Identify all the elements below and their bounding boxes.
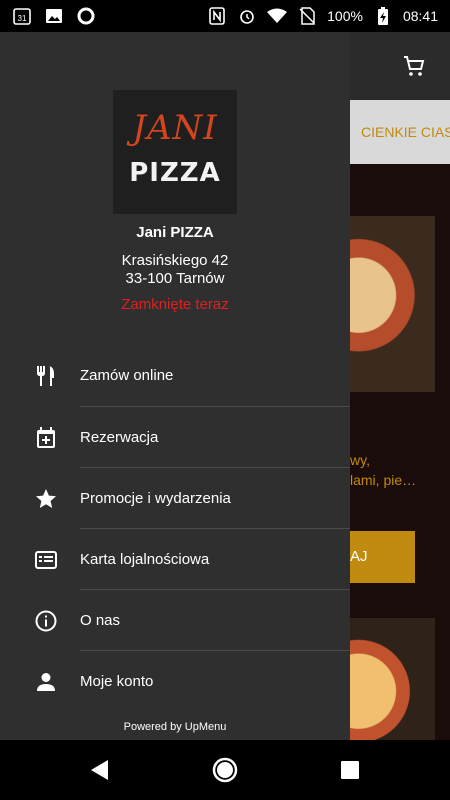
battery-charging-icon: [373, 6, 393, 26]
svg-text:31: 31: [18, 14, 27, 23]
address-street: Krasińskiego 42: [121, 252, 229, 269]
menu-item-order-online[interactable]: Zamów online: [0, 345, 350, 406]
add-to-cart-button[interactable]: AJ: [350, 531, 415, 583]
menu-item-loyalty-card[interactable]: Karta lojalnościowa: [0, 529, 350, 590]
menu-item-label: Karta lojalnościowa: [80, 551, 210, 568]
menu-item-label: Zamów online: [80, 367, 174, 384]
menu-item-promotions[interactable]: Promocje i wydarzenia: [0, 468, 350, 529]
menu-item-label: Promocje i wydarzenia: [80, 490, 231, 507]
powered-by: Powered by UpMenu: [123, 721, 227, 733]
address-city: 33-100 Tarnów: [125, 270, 225, 287]
status-bar: 31 100% 08:41: [0, 0, 450, 32]
cart-icon[interactable]: [402, 54, 426, 83]
menu-item-label: Rezerwacja: [80, 429, 159, 446]
navigation-drawer: JANI PIZZA Jani PIZZA Krasińskiego 42 33…: [0, 32, 350, 740]
no-sim-icon: [297, 6, 317, 26]
product-description: wy, lami, pie…: [350, 450, 450, 490]
product-description-line: lami, pie…: [350, 472, 417, 488]
home-icon[interactable]: [212, 757, 238, 788]
circle-notification-icon: [76, 6, 96, 26]
product-description-line: wy,: [350, 452, 370, 468]
menu-item-label: O nas: [80, 612, 121, 629]
image-notification-icon: [44, 6, 64, 26]
alarm-icon: [237, 6, 257, 26]
pizza-image: [350, 216, 435, 392]
menu-item-reservation[interactable]: Rezerwacja: [0, 407, 350, 468]
calendar-add-icon: [34, 426, 58, 450]
menu-item-my-account[interactable]: Moje konto: [0, 651, 350, 712]
info-icon: [34, 609, 58, 633]
clock: 08:41: [402, 8, 438, 24]
nfc-icon: [207, 6, 227, 26]
star-icon: [34, 487, 58, 511]
recent-apps-icon[interactable]: [340, 760, 360, 785]
pizza-image: [350, 618, 435, 740]
open-status: Zamknięte teraz: [121, 296, 229, 313]
person-icon: [34, 670, 58, 694]
menu-item-about[interactable]: O nas: [0, 590, 350, 651]
loyalty-card-icon: [34, 548, 58, 572]
logo-text-pizza: PIZZA: [129, 158, 221, 188]
battery-percent: 100%: [327, 8, 363, 24]
restaurant-name: Jani PIZZA: [136, 224, 214, 241]
cutlery-icon: [34, 364, 58, 388]
system-navigation-bar: [0, 740, 450, 800]
restaurant-logo: JANI PIZZA: [113, 90, 237, 214]
wifi-icon: [267, 6, 288, 26]
category-tab[interactable]: CIENKIE CIAS: [350, 100, 450, 164]
logo-text-jani: JANI: [132, 108, 218, 148]
back-icon[interactable]: [88, 758, 112, 787]
menu-item-label: Moje konto: [80, 673, 154, 690]
calendar-notification-icon: 31: [12, 6, 32, 26]
